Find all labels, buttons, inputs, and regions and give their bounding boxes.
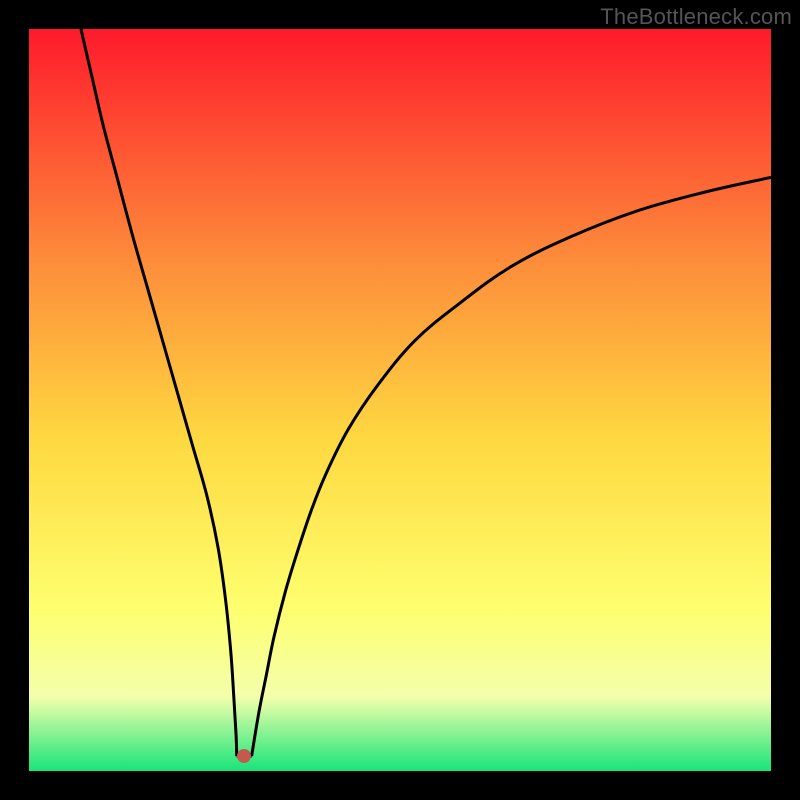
bottleneck-curve	[29, 29, 771, 771]
chart-area	[29, 29, 771, 771]
curve-right-branch	[252, 177, 771, 756]
watermark-text: TheBottleneck.com	[600, 4, 792, 30]
minimum-point-marker	[237, 749, 251, 763]
curve-left-branch	[81, 29, 237, 756]
